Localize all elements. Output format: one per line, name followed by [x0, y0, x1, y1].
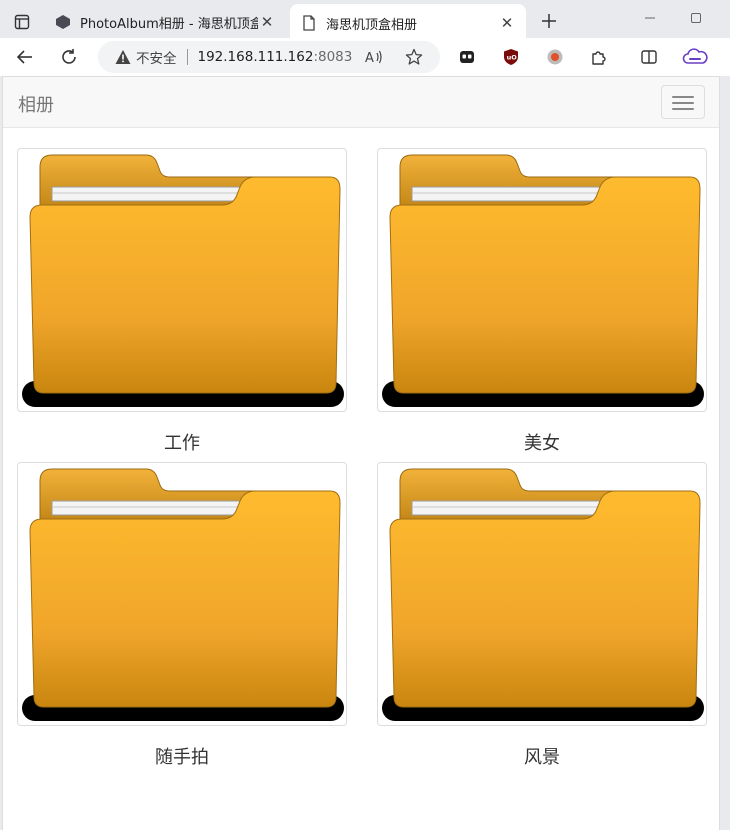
split-screen-button[interactable]: [636, 44, 662, 70]
tab-haisi-album[interactable]: 海思机顶盒相册 ✕: [290, 4, 526, 42]
page-content: 相册 工作 美女 随手拍 风景: [2, 76, 720, 830]
album-thumbnail[interactable]: [17, 148, 347, 412]
album-name[interactable]: 美女: [377, 429, 707, 455]
warning-icon[interactable]: [114, 48, 132, 66]
tab-actions-button[interactable]: [9, 9, 35, 35]
back-button[interactable]: [12, 44, 38, 70]
tab-title: 海思机顶盒相册: [326, 17, 418, 33]
close-icon[interactable]: ✕: [498, 14, 516, 32]
minimize-icon: [645, 17, 655, 19]
album-name[interactable]: 随手拍: [17, 743, 347, 769]
close-icon[interactable]: ✕: [258, 13, 276, 31]
favorite-star-icon[interactable]: [404, 47, 424, 67]
minimize-button[interactable]: [640, 8, 660, 28]
album-name[interactable]: 工作: [17, 429, 347, 455]
read-aloud-icon[interactable]: A: [364, 47, 384, 67]
page-icon: [300, 14, 318, 32]
profile-button[interactable]: [682, 44, 708, 70]
refresh-button[interactable]: [56, 44, 82, 70]
address-bar[interactable]: 不安全 192.168.111.162 :8083 A: [98, 41, 440, 73]
navbar: 相册: [3, 77, 719, 128]
svg-text:uO: uO: [507, 54, 518, 62]
maximize-icon: [691, 13, 701, 23]
folder-icon: [22, 154, 344, 407]
extension-button-1[interactable]: [454, 44, 480, 70]
puzzle-icon: [592, 51, 606, 65]
album-thumbnail[interactable]: [17, 462, 347, 726]
extension-button-ublock[interactable]: uO: [498, 44, 524, 70]
sidebar-icon: [14, 14, 30, 30]
hamburger-line: [672, 102, 694, 104]
mask-extension-icon: [460, 51, 474, 63]
cloud-avatar-icon: [682, 48, 708, 64]
split-screen-icon: [641, 50, 657, 64]
ublock-shield-icon: uO: [504, 49, 518, 65]
address-separator: [186, 49, 188, 65]
svg-text:A: A: [365, 51, 374, 65]
tab-photoalbum[interactable]: PhotoAlbum相册 - 海思机顶盒N ✕: [44, 5, 286, 39]
album-thumbnail[interactable]: [377, 148, 707, 412]
url-port: :8083: [313, 49, 353, 65]
album-name[interactable]: 风景: [377, 743, 707, 769]
folder-icon: [382, 154, 704, 407]
folder-icon: [22, 468, 344, 721]
refresh-icon: [62, 49, 76, 64]
browser-toolbar: 不安全 192.168.111.162 :8083 A uO: [0, 38, 730, 76]
url-host: 192.168.111.162: [197, 49, 314, 65]
cube-icon: [54, 13, 72, 31]
tab-strip: PhotoAlbum相册 - 海思机顶盒N ✕ 海思机顶盒相册 ✕: [0, 0, 730, 42]
hamburger-line: [672, 96, 694, 98]
tab-title: PhotoAlbum相册 - 海思机顶盒N: [80, 16, 258, 32]
new-tab-button[interactable]: [536, 8, 562, 34]
security-label[interactable]: 不安全: [136, 47, 177, 67]
record-icon: [547, 49, 563, 65]
hamburger-line: [672, 108, 694, 110]
folder-icon: [382, 468, 704, 721]
navbar-toggle-button[interactable]: [661, 85, 705, 119]
maximize-button[interactable]: [686, 8, 706, 28]
plus-icon: [542, 14, 556, 28]
navbar-brand[interactable]: 相册: [18, 91, 54, 117]
album-thumbnail[interactable]: [377, 462, 707, 726]
back-arrow-icon: [16, 50, 32, 64]
extensions-button[interactable]: [586, 44, 612, 70]
extension-button-record[interactable]: [542, 44, 568, 70]
